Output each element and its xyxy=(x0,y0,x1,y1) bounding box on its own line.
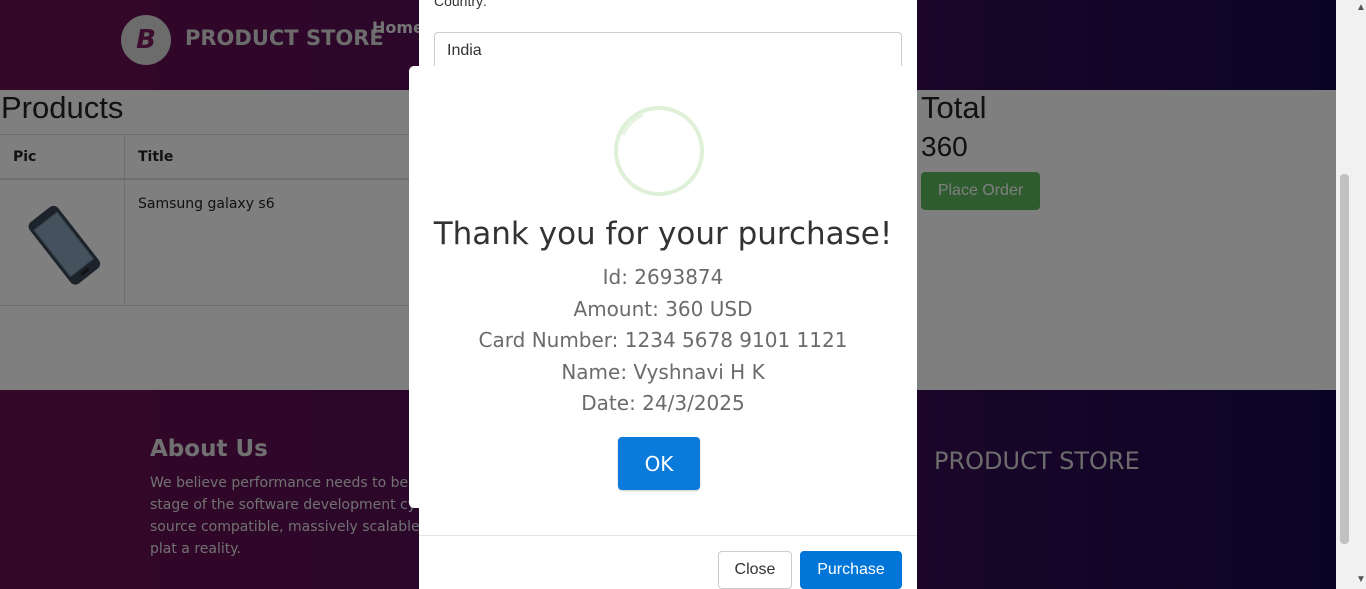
order-amount: Amount: 360 USD xyxy=(573,297,753,321)
order-date: Date: 24/3/2025 xyxy=(581,391,745,415)
ok-button[interactable]: OK xyxy=(618,437,700,490)
country-input[interactable] xyxy=(434,32,902,70)
page: B PRODUCT STORE Home Products Pic Title xyxy=(0,0,1336,589)
customer-name: Name: Vyshnavi H K xyxy=(561,360,765,384)
success-icon xyxy=(614,106,704,196)
scroll-down-icon[interactable]: ▼ xyxy=(1356,574,1366,585)
scroll-up-icon[interactable]: ▲ xyxy=(1356,2,1366,13)
country-label: Country: xyxy=(434,0,487,9)
card-number: Card Number: 1234 5678 9101 1121 xyxy=(478,328,848,352)
order-id: Id: 2693874 xyxy=(602,265,724,289)
dialog-title: Thank you for your purchase! xyxy=(433,216,893,252)
close-button[interactable]: Close xyxy=(718,551,792,589)
purchase-confirmation-dialog: Thank you for your purchase! Id: 2693874… xyxy=(409,66,917,508)
scrollbar-thumb[interactable] xyxy=(1340,174,1349,544)
purchase-button[interactable]: Purchase xyxy=(800,551,902,589)
modal-footer-divider xyxy=(419,535,917,536)
